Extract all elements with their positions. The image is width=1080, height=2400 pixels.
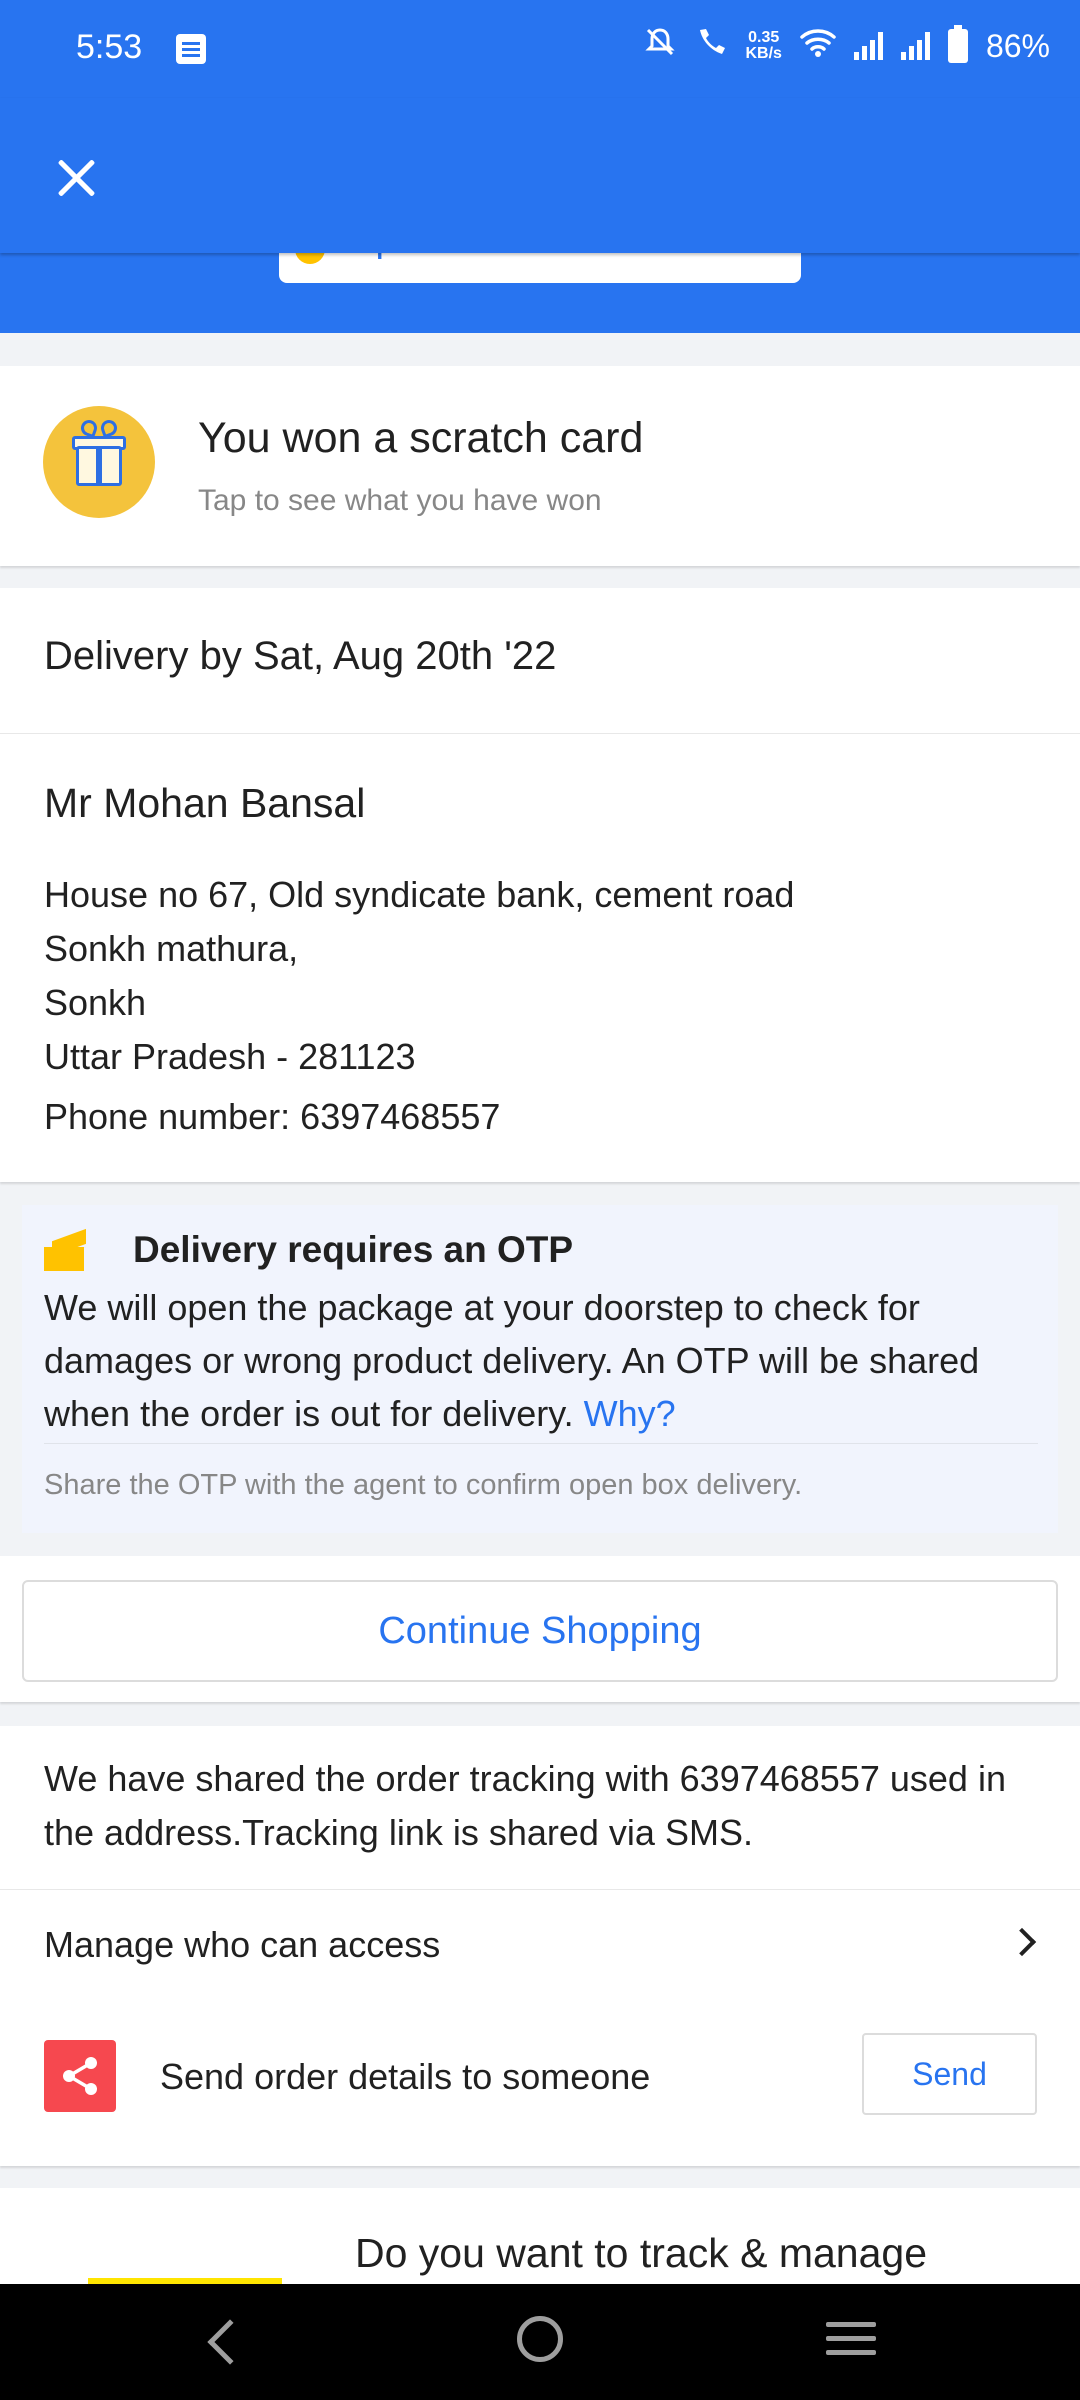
scratch-card-title: You won a scratch card: [198, 414, 644, 462]
promo-text: Do you want to track & manage: [355, 2230, 928, 2276]
chevron-right-icon: [1007, 1927, 1037, 1957]
signal-icon-1: [853, 32, 883, 60]
back-icon[interactable]: [207, 2319, 253, 2365]
divider: [44, 1443, 1038, 1444]
otp-info-card: Delivery requires an OTP We will open th…: [22, 1205, 1058, 1533]
status-time: 5:53: [76, 28, 143, 66]
recents-icon[interactable]: [826, 2322, 876, 2358]
status-icons: 0.35 KB/s 86%: [644, 25, 1050, 66]
close-icon[interactable]: [46, 148, 106, 208]
scratch-card-subtitle: Tap to see what you have won: [198, 484, 602, 517]
share-label: Send order details to someone: [160, 2056, 651, 2097]
share-icon: [44, 2040, 116, 2112]
system-nav-bar: [0, 2284, 1080, 2400]
otp-description: We will open the package at your doorste…: [44, 1281, 1044, 1440]
signal-icon-2: [900, 32, 930, 60]
why-link[interactable]: Why?: [584, 1393, 676, 1434]
promo-card[interactable]: Do you want to track & manage: [0, 2188, 1080, 2290]
manage-access-label: Manage who can access: [44, 1924, 441, 1965]
network-speed-unit: KB/s: [745, 45, 782, 62]
wifi-calling-icon: [694, 26, 728, 66]
continue-shopping-section: Continue Shopping: [0, 1556, 1080, 1702]
share-order-row: Send order details to someone Send: [0, 2016, 1080, 2136]
address-line: Sonkh: [44, 982, 147, 1023]
delivery-date: Delivery by Sat, Aug 20th '22: [44, 634, 557, 678]
battery-level: 86%: [985, 27, 1050, 64]
continue-shopping-button[interactable]: Continue Shopping: [22, 1580, 1058, 1682]
otp-note: Share the OTP with the agent to confirm …: [44, 1469, 803, 1501]
status-bar: 5:53 0.35 KB/s 86%: [0, 0, 1080, 98]
tracking-card: We have shared the order tracking with 6…: [0, 1726, 1080, 2166]
manage-access-row[interactable]: Manage who can access: [0, 1890, 1080, 2002]
divider: [0, 733, 1080, 734]
scratch-card-banner[interactable]: You won a scratch card Tap to see what y…: [0, 366, 1080, 566]
address-line: House no 67, Old syndicate bank, cement …: [44, 874, 795, 915]
app-header: [0, 98, 1080, 253]
delivery-address-card: Delivery by Sat, Aug 20th '22 Mr Mohan B…: [0, 588, 1080, 1182]
notes-notification-icon: [176, 34, 206, 64]
otp-body-text: We will open the package at your doorste…: [44, 1287, 980, 1434]
mute-icon: [644, 26, 676, 66]
address-line: Uttar Pradesh - 281123: [44, 1036, 416, 1077]
address-line: Sonkh mathura,: [44, 928, 299, 969]
gift-icon: [43, 406, 155, 518]
open-box-icon: [44, 1228, 88, 1271]
battery-icon: [947, 25, 968, 63]
network-speed: 0.35 KB/s: [746, 30, 782, 62]
home-icon[interactable]: [517, 2316, 563, 2362]
phone-number: Phone number: 6397468557: [44, 1096, 501, 1137]
wifi-icon: [800, 27, 836, 65]
send-button[interactable]: Send: [862, 2033, 1037, 2115]
recipient-name: Mr Mohan Bansal: [44, 780, 366, 826]
network-speed-value: 0.35: [748, 29, 780, 46]
otp-title: Delivery requires an OTP: [133, 1229, 574, 1270]
tracking-info: We have shared the order tracking with 6…: [44, 1758, 1006, 1853]
